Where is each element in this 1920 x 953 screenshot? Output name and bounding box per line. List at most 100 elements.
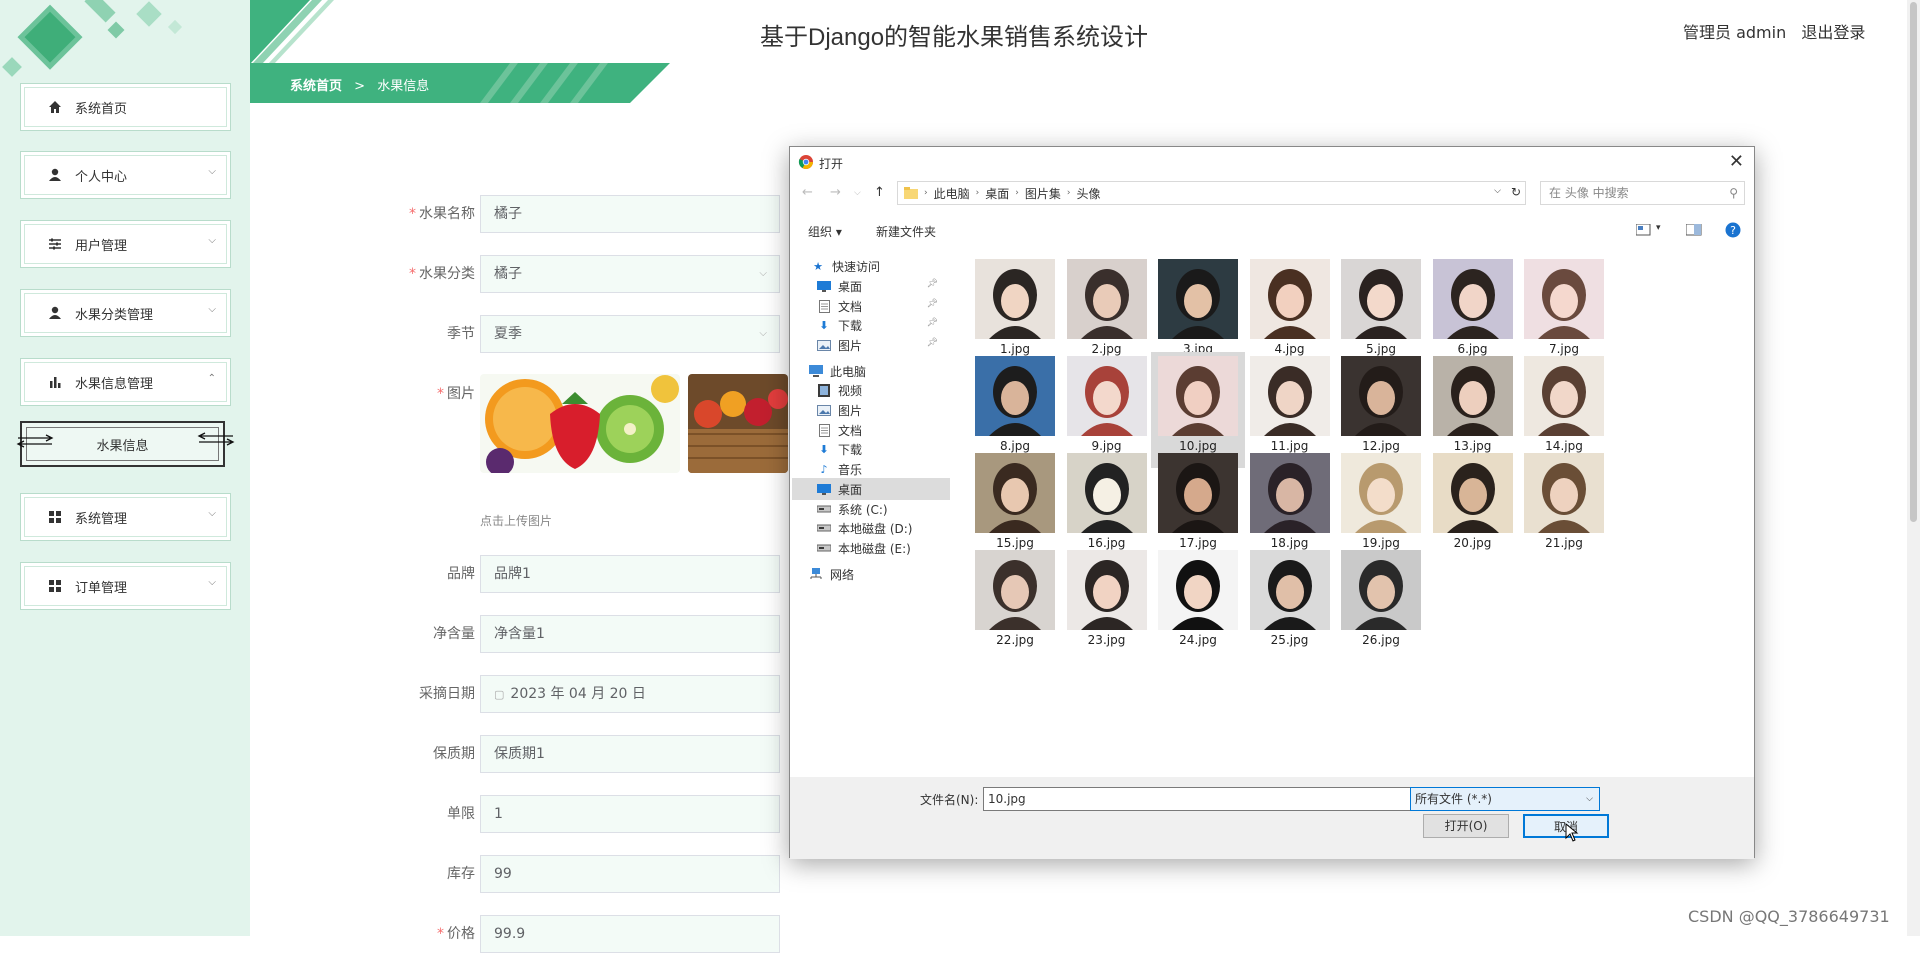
form-label: * 图片: [437, 383, 475, 403]
form-label: 库存: [444, 863, 475, 883]
page-scrollbar[interactable]: [1907, 0, 1920, 936]
video-icon: [816, 383, 832, 397]
download-icon: ⬇: [819, 442, 829, 456]
nav-tree-label: 视频: [838, 383, 863, 398]
address-bar[interactable]: › 此电脑 › 桌面 › 图片集 › 头像 ⌵ ↻: [897, 181, 1526, 205]
up-arrow-icon[interactable]: ↑: [874, 185, 885, 200]
nav-tree-item[interactable]: ⬇ 下载: [792, 438, 950, 460]
user-info: 管理员 admin 退出登录: [1683, 19, 1875, 43]
file-item[interactable]: 20.jpg: [1426, 449, 1520, 565]
file-item[interactable]: 25.jpg: [1243, 546, 1337, 662]
file-item[interactable]: 21.jpg: [1517, 449, 1611, 565]
nav-tree-item[interactable]: 图片: [792, 399, 950, 421]
dialog-command-bar: 组织 ▾ 新建文件夹 ▾ ?: [790, 215, 1754, 245]
chrome-icon: [798, 155, 813, 169]
nav-tree-item[interactable]: ★ 快速访问: [792, 255, 950, 277]
fruit-image-thumbnail[interactable]: [688, 374, 788, 473]
nav-tree-item[interactable]: 桌面 📌︎: [792, 275, 950, 297]
nav-tree-item[interactable]: ⬇ 下载 📌︎: [792, 314, 950, 336]
preview-pane-icon[interactable]: [1686, 224, 1702, 236]
file-name: 20.jpg: [1453, 536, 1492, 550]
form-input[interactable]: 品牌1: [480, 555, 780, 593]
upload-tip[interactable]: 点击上传图片: [480, 512, 552, 529]
form-input-value: 99.9: [494, 926, 526, 942]
nav-tree-item[interactable]: 桌面: [792, 478, 950, 500]
form-label-text: 净含量: [433, 626, 475, 642]
file-item[interactable]: 24.jpg: [1151, 546, 1245, 662]
address-crumb[interactable]: 图片集: [1025, 185, 1061, 202]
file-item[interactable]: 23.jpg: [1060, 546, 1154, 662]
open-button[interactable]: 打开(O): [1423, 814, 1509, 838]
sidebar-item[interactable]: 系统首页: [20, 83, 231, 131]
form-input[interactable]: 净含量1: [480, 615, 780, 653]
sidebar-item[interactable]: 系统管理 ⌵: [20, 493, 231, 541]
nav-tree-label: 下载: [838, 318, 863, 333]
nav-tree-item[interactable]: 本地磁盘 (E:): [792, 537, 950, 559]
logout-link[interactable]: 退出登录: [1801, 23, 1865, 42]
address-crumb[interactable]: 桌面: [985, 185, 1009, 202]
filename-input[interactable]: 10.jpg ⌵: [983, 787, 1428, 811]
sidebar-item[interactable]: 水果信息管理 ⌃: [20, 358, 231, 406]
sidebar-item-label: 系统管理: [75, 511, 128, 527]
drive-icon: [816, 502, 832, 516]
search-placeholder: 在 头像 中搜索: [1549, 186, 1629, 200]
nav-tree-item[interactable]: 图片 📌︎: [792, 334, 950, 356]
view-options-icon[interactable]: [1636, 224, 1652, 236]
sidebar-subitem-fruit-info[interactable]: 水果信息: [16, 421, 235, 467]
chevron-down-icon[interactable]: ⌵: [1494, 186, 1501, 196]
form-label: 单限: [444, 803, 475, 823]
chevron-down-icon[interactable]: ▾: [1656, 223, 1661, 233]
breadcrumb-current: 水果信息: [377, 79, 430, 94]
form-input[interactable]: 橘子 ⌵: [480, 255, 780, 293]
sidebar-item[interactable]: 水果分类管理 ⌵: [20, 289, 231, 337]
scrollbar-thumb[interactable]: [1910, 2, 1917, 522]
sidebar-item[interactable]: 用户管理 ⌵: [20, 220, 231, 268]
form-input[interactable]: 保质期1: [480, 735, 780, 773]
form-input[interactable]: ▢ 2023 年 04 月 20 日: [480, 675, 780, 713]
sidebar-item[interactable]: 订单管理 ⌵: [20, 562, 231, 610]
nav-tree-item[interactable]: 网络: [792, 563, 950, 585]
back-arrow-icon[interactable]: ←: [802, 185, 813, 200]
form-input[interactable]: 橘子: [480, 195, 780, 233]
sidebar-item[interactable]: 个人中心 ⌵: [20, 151, 231, 199]
form-row: 采摘日期 ▢ 2023 年 04 月 20 日: [360, 673, 780, 713]
close-icon[interactable]: ✕: [1729, 151, 1744, 172]
file-item[interactable]: 26.jpg: [1334, 546, 1428, 662]
filetype-select[interactable]: 所有文件 (*.*) ⌵: [1410, 787, 1600, 811]
forward-arrow-icon[interactable]: →: [830, 185, 841, 200]
document-icon: [816, 423, 832, 437]
form-label-text: 采摘日期: [419, 686, 475, 702]
form-input[interactable]: 1: [480, 795, 780, 833]
new-folder-button[interactable]: 新建文件夹: [876, 223, 936, 240]
form-input-value: 橘子: [494, 266, 522, 282]
form-input[interactable]: 99.9: [480, 915, 780, 953]
image-thumbnail: [1249, 453, 1330, 533]
form-label: * 水果名称: [409, 203, 475, 223]
image-thumbnail: [1524, 356, 1604, 436]
form-input[interactable]: 夏季 ⌵: [480, 315, 780, 353]
chevron-down-icon[interactable]: ⌵: [854, 188, 861, 198]
sliders-icon: [47, 236, 63, 252]
chevron-right-icon: ›: [924, 188, 928, 198]
breadcrumb-home[interactable]: 系统首页: [290, 79, 342, 94]
fruit-image-thumbnail[interactable]: [480, 374, 680, 473]
nav-tree-item[interactable]: 本地磁盘 (D:): [792, 517, 950, 539]
pin-icon: 📌︎: [926, 299, 938, 309]
image-thumbnail: [1066, 259, 1147, 339]
search-input[interactable]: 在 头像 中搜索 ⚲: [1540, 181, 1745, 205]
form-label-text: 季节: [447, 326, 475, 342]
help-icon[interactable]: ?: [1725, 222, 1741, 238]
nav-tree-item[interactable]: ♪ 音乐: [792, 458, 950, 480]
navigation-pane: ★ 快速访问 桌面 📌︎ 文档 📌︎ ⬇ 下载 📌︎ 图片 📌︎ 此电脑 视频 图片 文档 ⬇ 下载 ♪ 音乐 桌面系…: [792, 255, 952, 725]
nav-tree-item[interactable]: 视频: [792, 379, 950, 401]
file-name: 22.jpg: [996, 633, 1034, 647]
form-label: 保质期: [430, 743, 475, 763]
form-input-value: 橘子: [494, 206, 522, 222]
form-label-text: 水果分类: [419, 266, 475, 282]
refresh-icon[interactable]: ↻: [1511, 185, 1521, 199]
address-crumb[interactable]: 头像: [1076, 185, 1100, 202]
organize-button[interactable]: 组织 ▾: [808, 223, 842, 240]
form-input[interactable]: 99: [480, 855, 780, 893]
file-item[interactable]: 22.jpg: [968, 546, 1062, 662]
address-crumb[interactable]: 此电脑: [934, 185, 970, 202]
